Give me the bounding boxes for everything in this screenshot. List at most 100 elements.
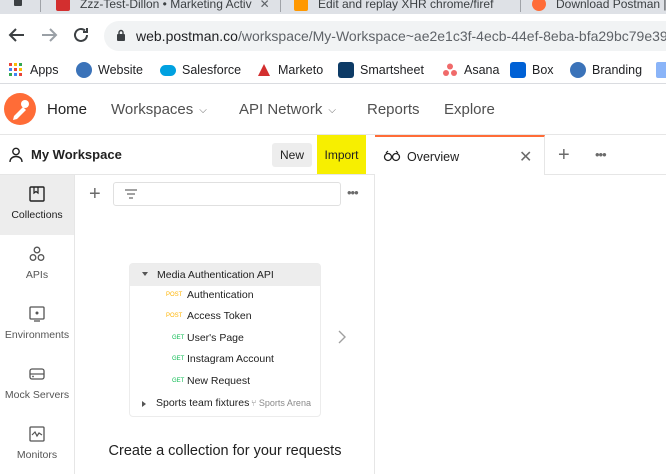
environments-icon — [29, 306, 45, 322]
salesforce-cloud-icon — [160, 64, 176, 76]
bookmark-salesforce[interactable]: Salesforce — [160, 61, 241, 79]
monitors-icon — [29, 426, 45, 442]
bookmark-smartsheet[interactable]: Smartsheet — [338, 61, 424, 79]
overview-icon — [383, 150, 401, 162]
user-icon — [9, 147, 23, 163]
tab-separator — [520, 0, 521, 12]
url-host: web.postman.co — [136, 28, 238, 44]
nav-home[interactable]: Home — [47, 101, 87, 118]
sidebar-item-collections[interactable]: Collections — [0, 175, 74, 235]
filter-input[interactable] — [113, 182, 341, 206]
tab-separator — [40, 0, 41, 12]
marketo-favicon-icon — [56, 0, 70, 11]
new-button[interactable]: New — [272, 143, 313, 167]
chevron-down-icon: ⌵ — [328, 105, 336, 116]
bookmark-branding[interactable]: Branding — [570, 61, 642, 79]
bookmark-label: Marketo — [278, 63, 324, 77]
empty-state-heading: Create a collection for your requests — [108, 443, 342, 459]
reload-icon[interactable] — [70, 24, 92, 46]
tab-separator — [280, 0, 281, 12]
sidebar-item-environments[interactable]: Environments — [0, 295, 74, 355]
caret-right-icon — [142, 401, 146, 407]
illustration-fixture-row: Sports team fixtures ⑂ Sports Arena — [130, 395, 320, 413]
method-badge: GET — [172, 378, 185, 384]
bookmark-website[interactable]: Website — [76, 61, 143, 79]
browser-tab-title: Edit and replay XHR chrome/firef — [318, 0, 494, 11]
bookmark-label: Salesforce — [182, 63, 242, 77]
tab-indicator-icon — [14, 0, 22, 6]
bookmark-label: Website — [98, 63, 143, 77]
chevron-down-icon: ⌵ — [199, 105, 207, 116]
bookmark-label: Branding — [592, 63, 643, 77]
browser-tab-marketing[interactable]: Zzz-Test-Dillon • Marketing Activ ✕ — [56, 0, 270, 14]
browser-tab-xhr[interactable]: Edit and replay XHR chrome/firef — [294, 0, 493, 14]
browser-tab-strip: Zzz-Test-Dillon • Marketing Activ ✕ Edit… — [0, 0, 666, 14]
forward-arrow-icon[interactable] — [38, 24, 60, 46]
collections-icon — [29, 186, 45, 202]
bookmark-box[interactable]: Box — [510, 61, 554, 79]
sidebar-item-monitors[interactable]: Monitors — [0, 415, 74, 475]
apps-grid-icon — [8, 62, 24, 78]
sidebar-item-label: APIs — [25, 269, 49, 281]
bookmark-label: Asana — [464, 63, 500, 77]
back-arrow-icon[interactable] — [6, 24, 28, 46]
url-path: /workspace/My-Workspace~ae2e1c3f-4ecb-44… — [237, 28, 666, 44]
caret-down-icon — [142, 272, 148, 276]
new-tab-icon[interactable]: + — [558, 144, 570, 167]
sidebar-item-label: Environments — [4, 329, 70, 341]
nav-workspaces-label: Workspaces — [111, 101, 194, 118]
postman-logo-icon[interactable] — [4, 93, 36, 125]
more-options-icon[interactable]: ••• — [595, 147, 607, 162]
workspace-bar: My Workspace New Import — [0, 135, 375, 175]
box-icon — [510, 62, 526, 78]
fork-label: ⑂ Sports Arena — [251, 398, 311, 408]
browser-tab-postman[interactable]: Download Postman | — [532, 0, 666, 14]
import-button[interactable]: Import — [317, 135, 366, 174]
fork-name: Sports Arena — [258, 398, 311, 408]
sidebar-item-mock-servers[interactable]: Mock Servers — [0, 355, 74, 415]
nav-workspaces[interactable]: Workspaces ⌵ — [111, 101, 207, 118]
nav-api-network-label: API Network — [239, 101, 323, 118]
ge-logo-icon — [76, 62, 92, 78]
close-icon[interactable]: ✕ — [260, 0, 270, 11]
method-badge: POST — [166, 292, 183, 298]
bookmark-asana[interactable]: Asana — [442, 61, 499, 79]
more-options-icon[interactable]: ••• — [347, 185, 359, 200]
chevron-right-icon[interactable] — [337, 329, 347, 350]
sidebar-item-label: Mock Servers — [4, 389, 70, 401]
apis-icon — [29, 246, 45, 261]
mock-servers-icon — [29, 368, 45, 380]
tab-overview[interactable]: Overview ✕ — [375, 135, 545, 175]
browser-tab-title: Download Postman | — [556, 0, 666, 11]
lock-icon — [117, 29, 125, 41]
marketo-icon — [256, 62, 272, 78]
fork-icon: ⑂ — [251, 398, 257, 408]
add-collection-icon[interactable]: + — [89, 184, 101, 204]
ge-logo-icon — [570, 62, 586, 78]
bookmarks-bar: Apps Website Salesforce Marketo Smartshe… — [0, 56, 666, 84]
nav-explore[interactable]: Explore — [444, 101, 495, 118]
sidebar-item-label: Collections — [11, 209, 63, 221]
bookmark-overflow-icon[interactable] — [656, 62, 666, 78]
filter-icon — [125, 189, 137, 199]
nav-api-network[interactable]: API Network ⌵ — [239, 101, 336, 118]
workspace-title[interactable]: My Workspace — [31, 147, 122, 162]
request-name: Access Token — [187, 310, 252, 322]
address-bar[interactable]: web.postman.co/workspace/My-Workspace~ae… — [104, 21, 666, 51]
sidebar-item-apis[interactable]: APIs — [0, 235, 74, 295]
bookmark-label: Apps — [30, 63, 59, 77]
nav-reports[interactable]: Reports — [367, 101, 420, 118]
browser-toolbar: web.postman.co/workspace/My-Workspace~ae… — [0, 14, 666, 56]
method-badge: GET — [172, 356, 185, 362]
collection-illustration: Media Authentication API POST Authentica… — [129, 263, 321, 417]
tab-label: Overview — [407, 150, 460, 164]
close-icon[interactable]: ✕ — [519, 147, 532, 167]
bookmark-marketo[interactable]: Marketo — [256, 61, 323, 79]
postman-favicon-icon — [532, 0, 546, 11]
sidebar-item-label: Monitors — [16, 449, 58, 461]
bookmark-apps[interactable]: Apps — [8, 61, 59, 79]
bookmark-label: Box — [532, 63, 554, 77]
illustration-collection-row: Media Authentication API — [130, 264, 320, 286]
fixture-name: Sports team fixtures — [156, 397, 250, 409]
method-badge: POST — [166, 313, 183, 319]
